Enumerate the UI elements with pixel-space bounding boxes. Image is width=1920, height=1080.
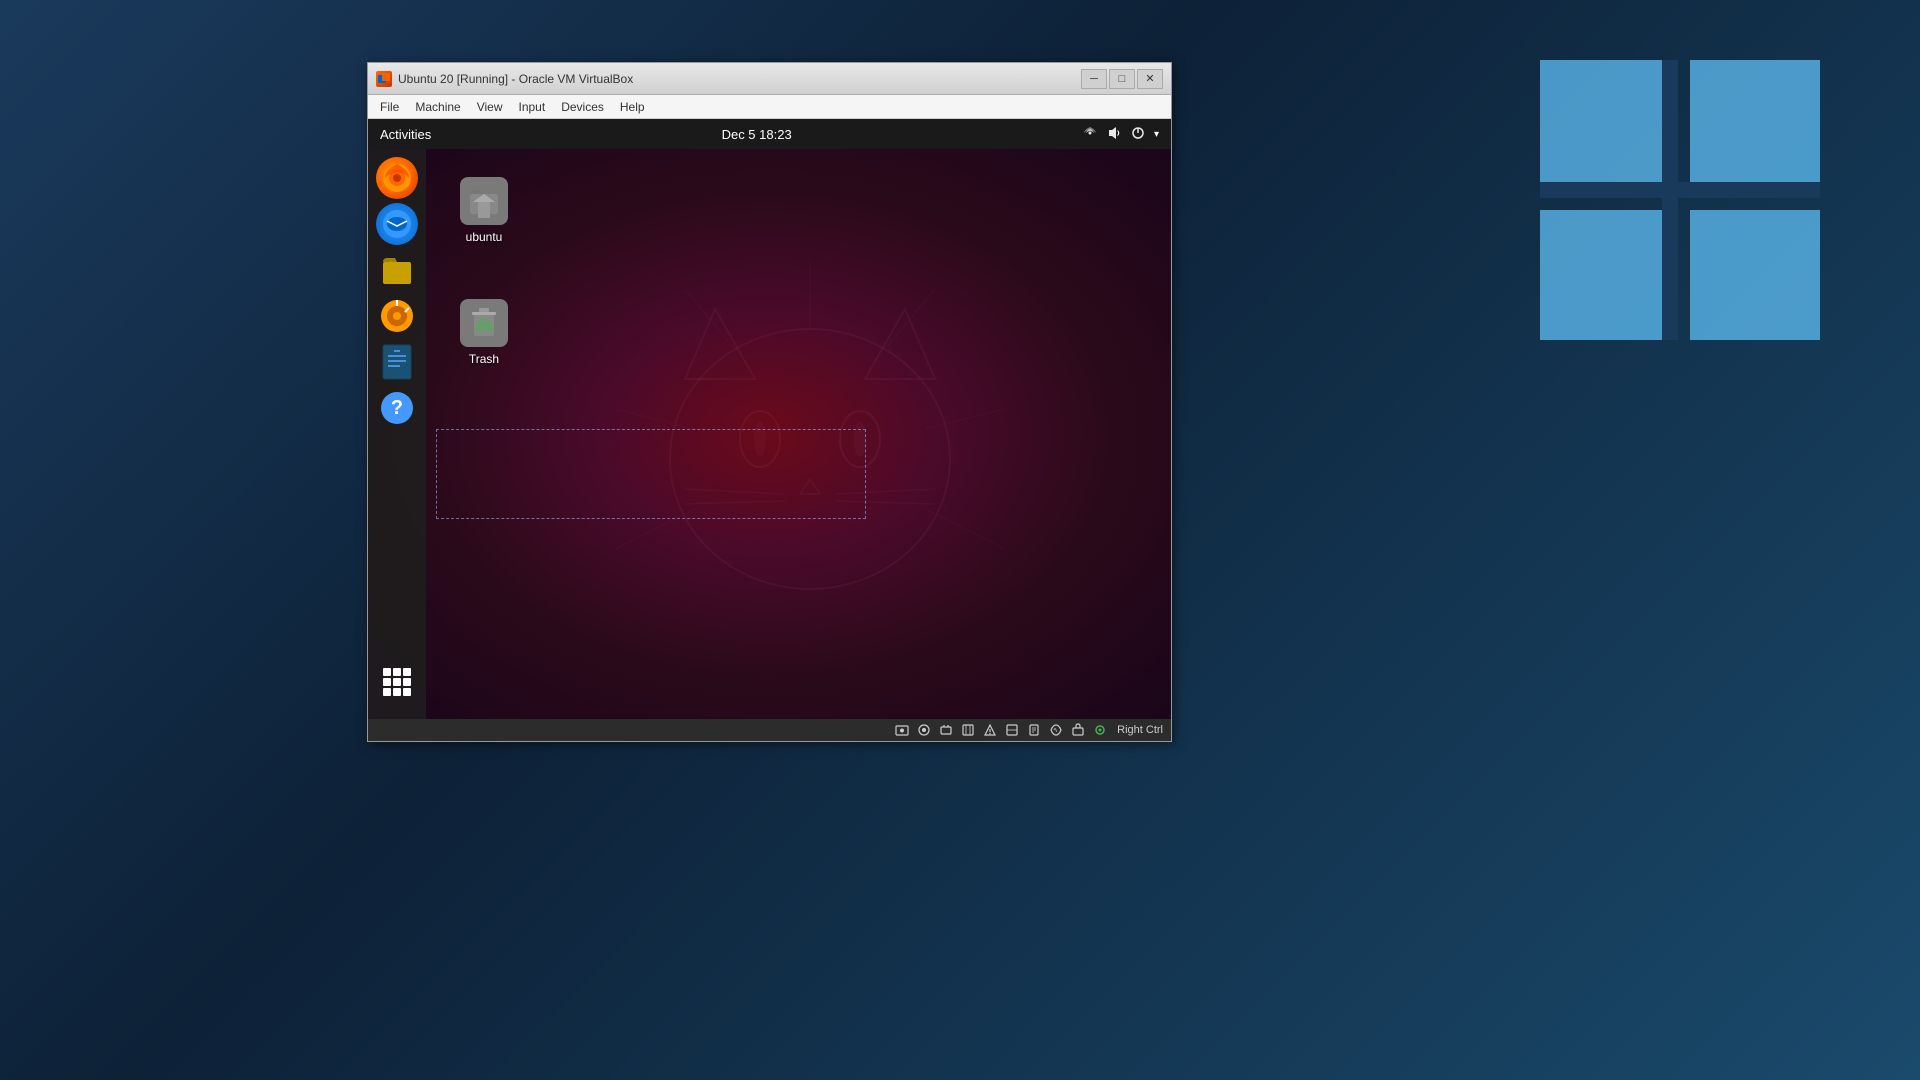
home-icon-label: ubuntu [462, 229, 507, 245]
titlebar-text: Ubuntu 20 [Running] - Oracle VM VirtualB… [398, 72, 1081, 86]
windows-logo [1540, 60, 1820, 340]
win-pane-bl [1540, 210, 1670, 340]
dock-firefox[interactable] [376, 157, 418, 199]
desktop-icon-trash[interactable]: Trash [444, 299, 524, 367]
ubuntu-clock: Dec 5 18:23 [722, 127, 792, 142]
ubuntu-dock: ? [368, 149, 426, 719]
maximize-button[interactable]: □ [1109, 69, 1135, 89]
win-gap-h [1540, 182, 1820, 198]
volume-icon[interactable] [1106, 125, 1122, 144]
ubuntu-topbar: Activities Dec 5 18:23 [368, 119, 1171, 149]
svg-text:?: ? [391, 397, 403, 419]
ubuntu-desktop[interactable]: ? [368, 149, 1171, 719]
topbar-right-icons: ▾ [1082, 125, 1159, 144]
status-icon-2[interactable] [915, 721, 933, 739]
win-pane-tr [1690, 60, 1820, 190]
status-icon-3[interactable] [937, 721, 955, 739]
home-folder-icon [460, 177, 508, 225]
dock-files[interactable] [376, 249, 418, 291]
titlebar: Ubuntu 20 [Running] - Oracle VM VirtualB… [368, 63, 1171, 95]
menu-help[interactable]: Help [612, 98, 653, 116]
grid-dot [403, 678, 411, 686]
trash-icon-bg [460, 299, 508, 347]
status-icon-8[interactable] [1047, 721, 1065, 739]
dock-writer[interactable] [376, 341, 418, 383]
menubar: File Machine View Input Devices Help [368, 95, 1171, 119]
status-icon-1[interactable] [893, 721, 911, 739]
close-button[interactable]: ✕ [1137, 69, 1163, 89]
apps-grid-icon [383, 668, 411, 696]
menu-devices[interactable]: Devices [553, 98, 612, 116]
power-icon[interactable] [1130, 125, 1146, 144]
trash-icon-label: Trash [465, 351, 503, 367]
status-icon-10[interactable] [1091, 721, 1109, 739]
status-icon-5[interactable] [981, 721, 999, 739]
grid-dot [383, 668, 391, 676]
grid-dot [383, 688, 391, 696]
grid-dot [403, 688, 411, 696]
win-gap-v [1662, 60, 1678, 340]
network-icon[interactable] [1082, 125, 1098, 144]
ubuntu-vm-content: Activities Dec 5 18:23 [368, 119, 1171, 741]
status-icon-7[interactable] [1025, 721, 1043, 739]
desktop-icon-home[interactable]: ubuntu [444, 177, 524, 245]
win-pane-tl [1540, 60, 1670, 190]
ubuntu-statusbar: Right Ctrl [368, 719, 1171, 741]
status-icon-6[interactable] [1003, 721, 1021, 739]
dropdown-icon[interactable]: ▾ [1154, 129, 1159, 140]
cat-wallpaper [585, 209, 1035, 659]
right-ctrl-label: Right Ctrl [1117, 724, 1163, 736]
menu-input[interactable]: Input [511, 98, 554, 116]
menu-file[interactable]: File [372, 98, 407, 116]
grid-dot [393, 678, 401, 686]
minimize-button[interactable]: ─ [1081, 69, 1107, 89]
status-icon-9[interactable] [1069, 721, 1087, 739]
virtualbox-window: Ubuntu 20 [Running] - Oracle VM VirtualB… [367, 62, 1172, 742]
status-icon-4[interactable] [959, 721, 977, 739]
grid-dot [393, 668, 401, 676]
dock-rhythmbox[interactable] [376, 295, 418, 337]
grid-dot [383, 678, 391, 686]
dock-help[interactable]: ? [376, 387, 418, 429]
dock-thunderbird[interactable] [376, 203, 418, 245]
activities-button[interactable]: Activities [380, 127, 431, 142]
virtualbox-icon [376, 71, 392, 87]
titlebar-buttons: ─ □ ✕ [1081, 69, 1163, 89]
show-all-apps-button[interactable] [376, 661, 418, 703]
menu-view[interactable]: View [469, 98, 511, 116]
win-pane-br [1690, 210, 1820, 340]
grid-dot [393, 688, 401, 696]
grid-dot [403, 668, 411, 676]
menu-machine[interactable]: Machine [407, 98, 468, 116]
